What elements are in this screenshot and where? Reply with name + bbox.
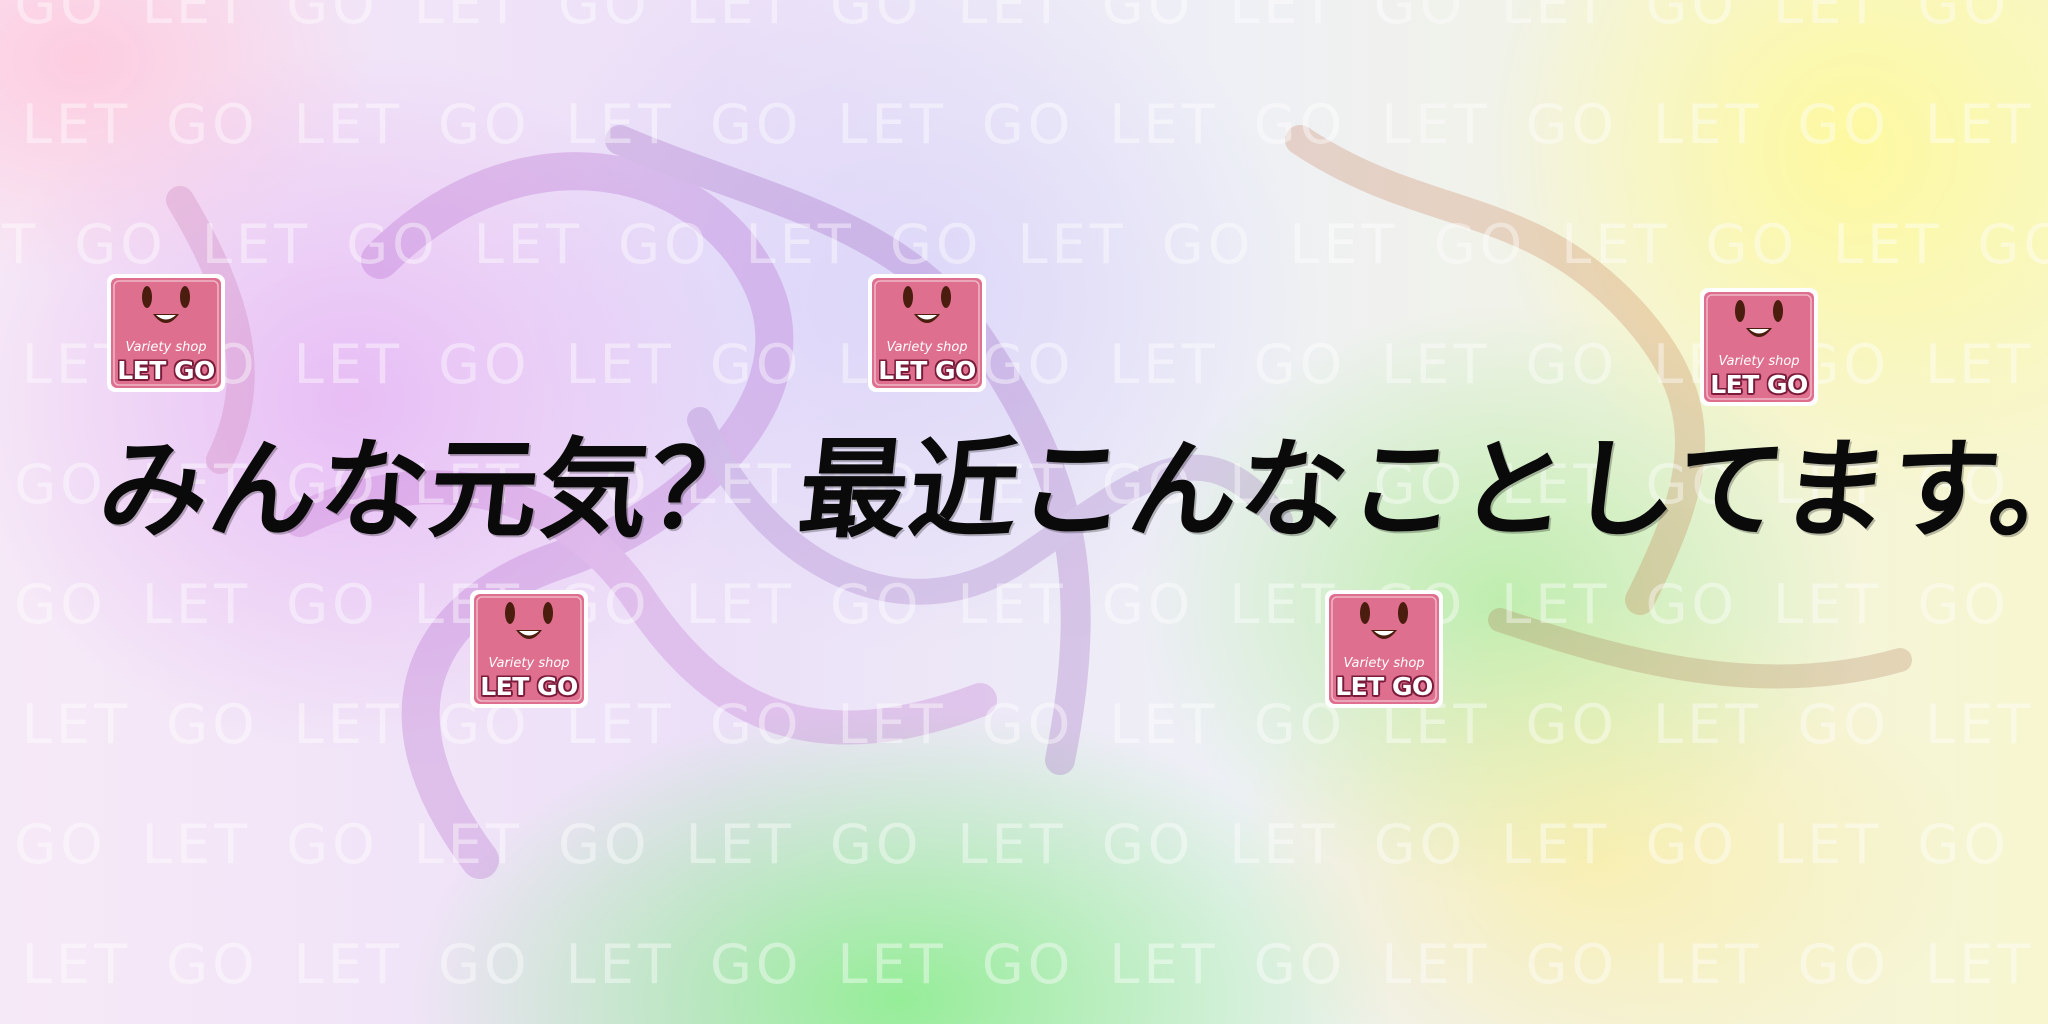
logo-name: LET GO	[1710, 370, 1808, 399]
logo-name: LET GO	[878, 356, 976, 385]
logo-subtitle: Variety shop	[488, 656, 570, 671]
logo-subtitle: Variety shop	[1718, 354, 1800, 369]
logo-subtitle: Variety shop	[886, 340, 968, 355]
headline: みんな元気？ 最近こんなことしてます。	[93, 428, 2048, 553]
logo-subtitle: Variety shop	[125, 340, 207, 355]
logo-subtitle: Variety shop	[1343, 656, 1425, 671]
shop-logo: Variety shop LET GO	[1698, 286, 1820, 408]
shop-logo: Variety shop LET GO	[105, 272, 227, 394]
logo-name: LET GO	[1335, 672, 1433, 701]
logo-name: LET GO	[117, 356, 215, 385]
shop-logo: Variety shop LET GO	[866, 272, 988, 394]
banner: LET GO LET GO LET GO LET GO LET GO LET G…	[0, 0, 2048, 1024]
logo-name: LET GO	[480, 672, 578, 701]
shop-logo: Variety shop LET GO	[1323, 588, 1445, 710]
shop-logo: Variety shop LET GO	[468, 588, 590, 710]
